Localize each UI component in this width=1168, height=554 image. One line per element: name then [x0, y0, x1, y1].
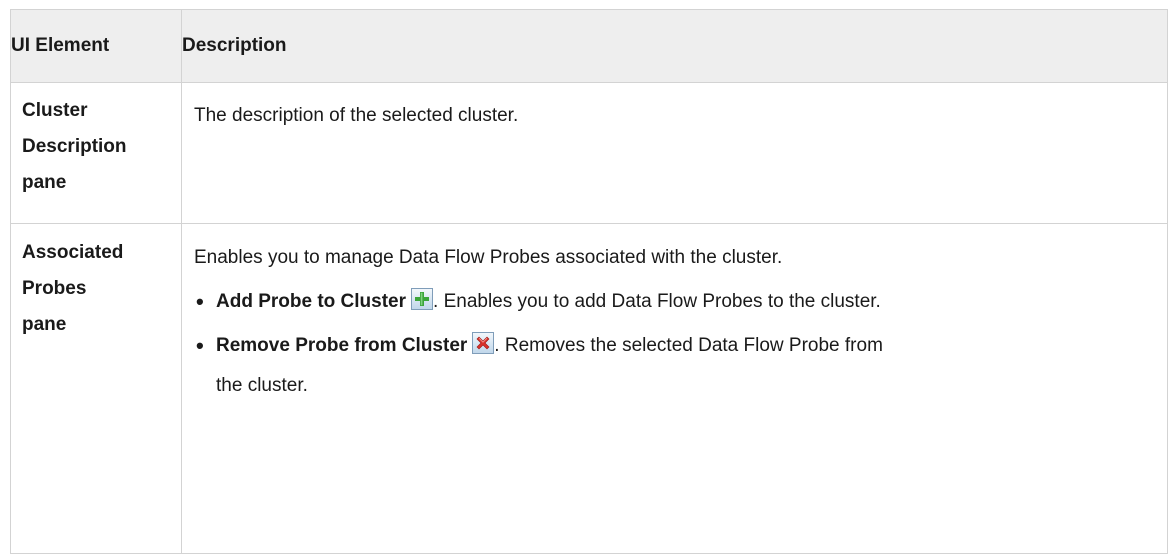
option-text: . Removes the selected Data Flow Probe f… [494, 335, 883, 356]
remove-x-icon [472, 332, 495, 354]
header-description: Description [181, 9, 1168, 83]
list-item: • Add Probe to Cluster . Enables you to … [194, 282, 1155, 322]
list-item: • Remove Probe from Cluster . Removes th… [194, 326, 1155, 406]
element-name-line: pane [22, 172, 67, 193]
element-cell: Cluster Description pane [10, 82, 182, 224]
ui-element-table: UI Element Description Cluster Descripti… [10, 9, 1168, 554]
table-header-row: UI Element Description [10, 9, 1168, 83]
element-name-line: Probes [22, 278, 87, 299]
option-name: Add Probe to Cluster [216, 291, 407, 312]
bullet-icon: • [196, 333, 204, 358]
table-row: Cluster Description pane The description… [10, 82, 1168, 224]
description-cell: The description of the selected cluster. [181, 82, 1168, 224]
option-name: Remove Probe from Cluster [216, 335, 468, 356]
description-text: The description of the selected cluster. [194, 105, 519, 126]
element-name-line: Associated [22, 242, 124, 263]
option-text: . Enables you to add Data Flow Probes to… [433, 291, 881, 312]
element-name-line: pane [22, 314, 67, 335]
element-cell: Associated Probes pane [10, 223, 182, 554]
header-ui-element: UI Element [10, 9, 182, 83]
description-text: Enables you to manage Data Flow Probes a… [194, 247, 783, 268]
bullet-icon: • [196, 289, 204, 314]
option-list: • Add Probe to Cluster . Enables you to … [194, 282, 1155, 406]
add-plus-icon [411, 288, 434, 310]
element-name-line: Description [22, 136, 127, 157]
element-name-line: Cluster [22, 100, 88, 121]
table-row: Associated Probes pane Enables you to ma… [10, 223, 1168, 554]
option-text-continued: the cluster. [216, 375, 308, 396]
description-cell: Enables you to manage Data Flow Probes a… [181, 223, 1168, 554]
